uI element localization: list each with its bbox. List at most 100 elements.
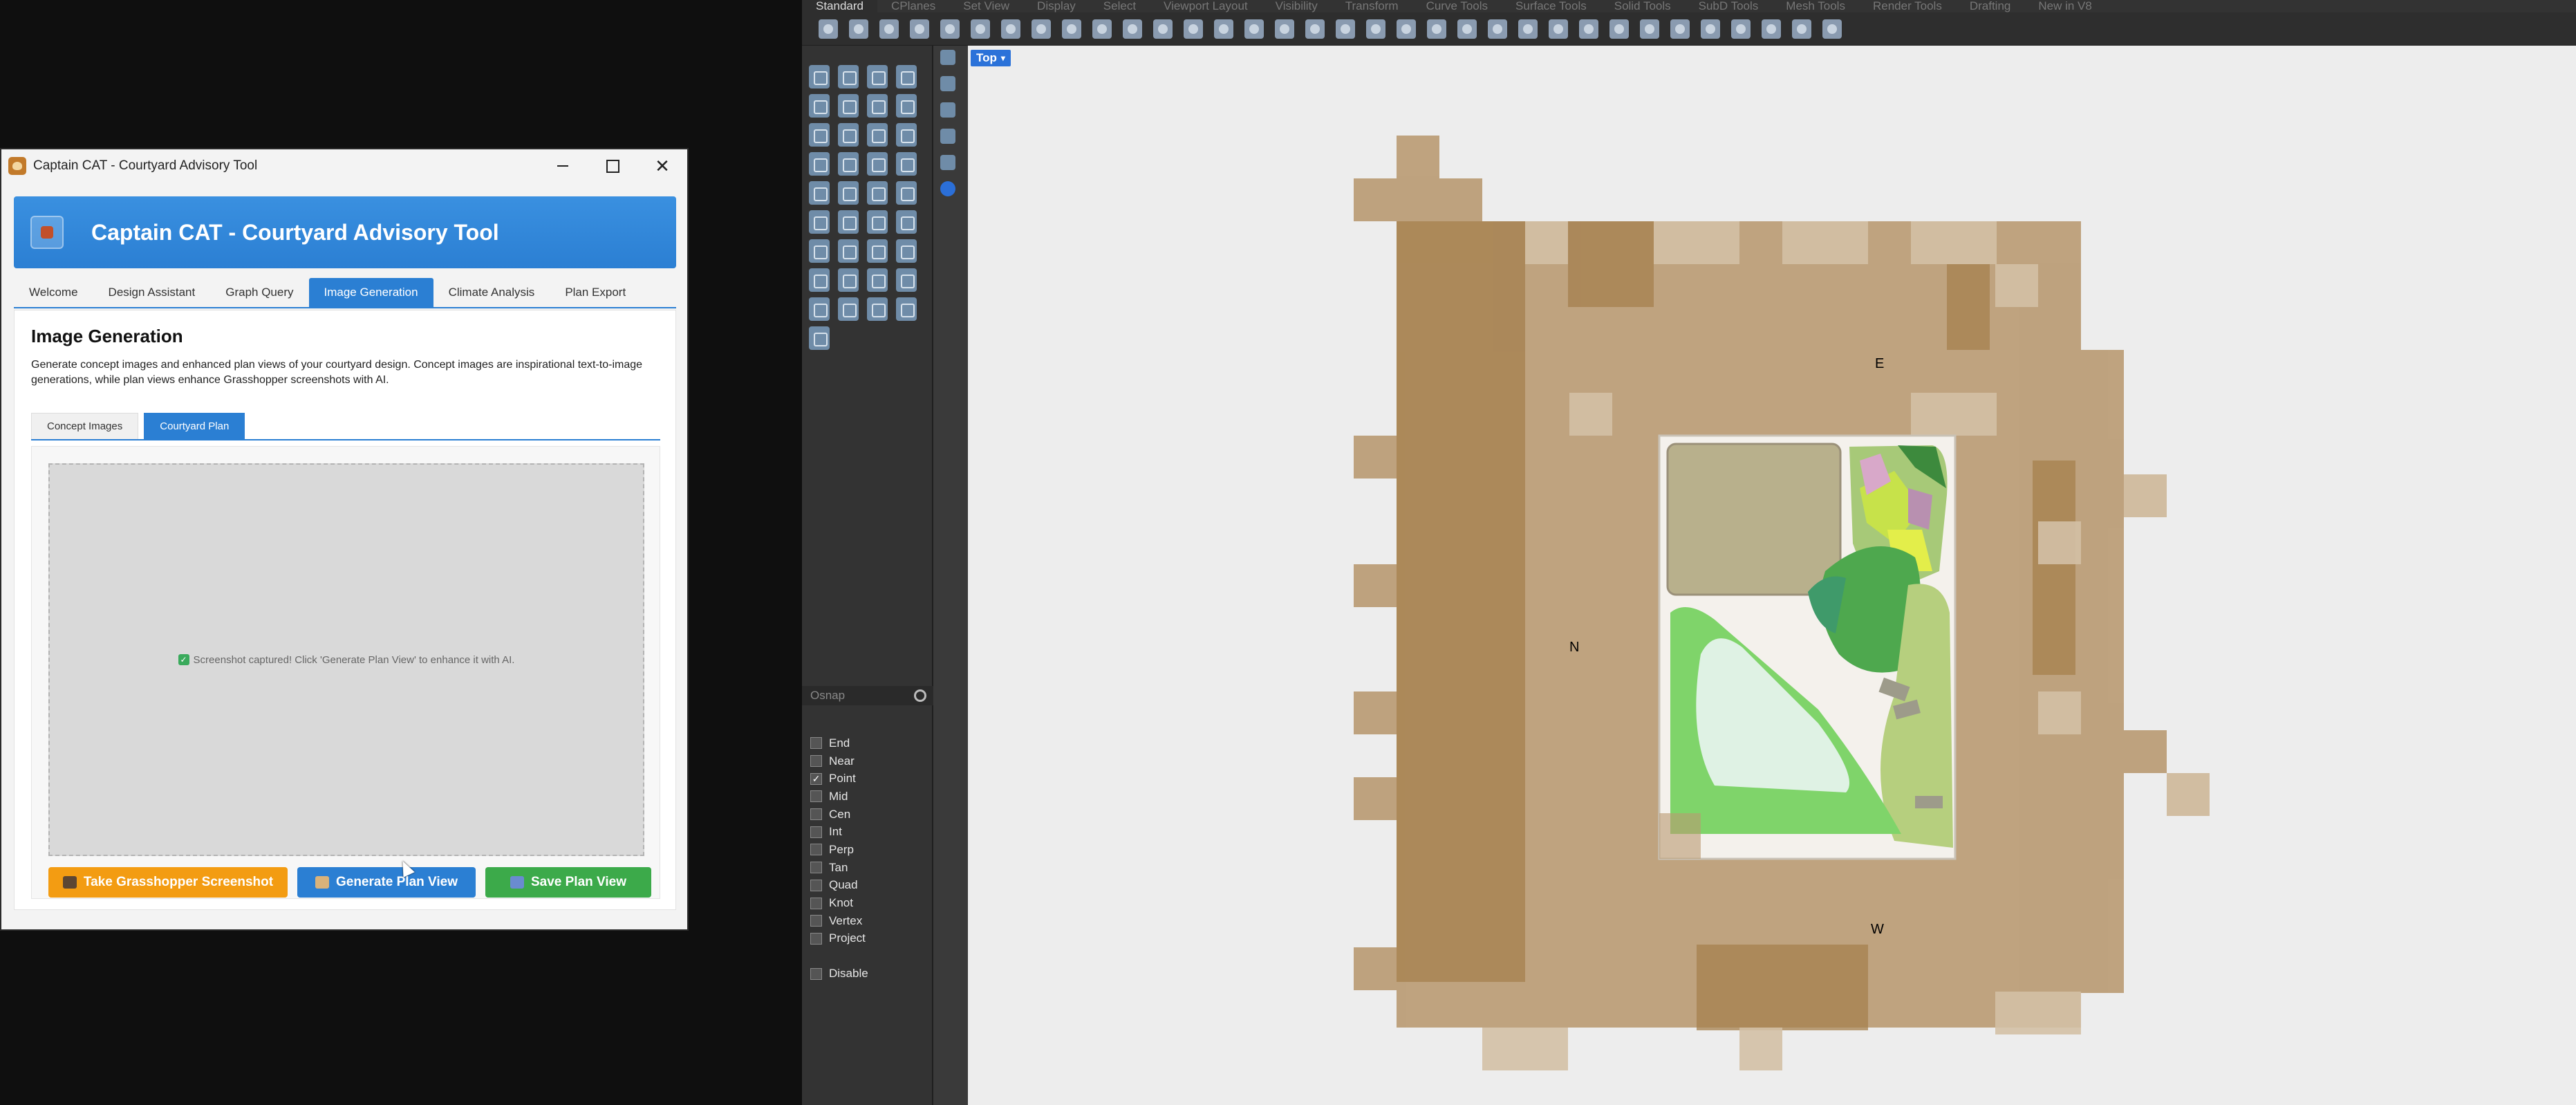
duplicate-icon[interactable] <box>1001 19 1020 39</box>
array-icon[interactable] <box>867 239 888 263</box>
cplane-icon[interactable] <box>1397 19 1416 39</box>
transform-icon[interactable] <box>838 297 859 321</box>
checkbox-perp[interactable] <box>810 844 822 856</box>
paste-icon[interactable] <box>1032 19 1051 39</box>
pencil-icon[interactable] <box>809 326 830 350</box>
section-icon[interactable] <box>896 268 917 292</box>
render-icon[interactable] <box>896 297 917 321</box>
ribbon-tab-set-view[interactable]: Set View <box>949 0 1023 13</box>
osnap-mid[interactable]: Mid <box>810 788 866 806</box>
generate-plan-view-button[interactable]: Generate Plan View <box>297 867 476 898</box>
help-icon[interactable] <box>940 181 955 196</box>
tab-concept-images[interactable]: Concept Images <box>31 413 139 439</box>
ribbon-tab-cplanes[interactable]: CPlanes <box>877 0 949 13</box>
maximize-button[interactable] <box>588 149 637 183</box>
checkbox-quad[interactable] <box>810 879 822 891</box>
analyze-icon[interactable] <box>809 297 830 321</box>
fillet-curve-icon[interactable] <box>838 123 859 147</box>
polyline-icon[interactable] <box>867 65 888 89</box>
osnap-disable[interactable]: Disable <box>810 967 868 981</box>
osnap-vertex[interactable]: Vertex <box>810 912 866 930</box>
open-folder-icon[interactable] <box>849 19 868 39</box>
ribbon-tab-curve-tools[interactable]: Curve Tools <box>1412 0 1502 13</box>
minimize-button[interactable] <box>538 149 588 183</box>
checkbox-mid[interactable] <box>810 790 822 803</box>
zoom-selected-icon[interactable] <box>1244 19 1264 39</box>
text-icon[interactable] <box>809 239 830 263</box>
ribbon-tab-select[interactable]: Select <box>1090 0 1150 13</box>
ribbon-tab-surface-tools[interactable]: Surface Tools <box>1502 0 1600 13</box>
top-viewport[interactable]: E W N Top ▾ <box>968 46 2576 1105</box>
tab-courtyard-plan[interactable]: Courtyard Plan <box>144 413 245 439</box>
osnap-knot[interactable]: Knot <box>810 894 866 912</box>
cylinder-icon[interactable] <box>867 152 888 176</box>
named-view-icon[interactable] <box>1366 19 1385 39</box>
zoom-window-icon[interactable] <box>1184 19 1203 39</box>
undo-icon[interactable] <box>1062 19 1081 39</box>
osnap-end[interactable]: End <box>810 734 866 752</box>
undo-view-icon[interactable] <box>1275 19 1294 39</box>
wireframe-icon[interactable] <box>1609 19 1629 39</box>
light-bulb-icon[interactable] <box>1457 19 1477 39</box>
ribbon-tab-standard[interactable]: Standard <box>802 0 877 13</box>
ribbon-tab-mesh-tools[interactable]: Mesh Tools <box>1772 0 1859 13</box>
lock-icon[interactable] <box>1488 19 1507 39</box>
zoom-extents-icon[interactable] <box>1214 19 1233 39</box>
point-icon[interactable] <box>838 65 859 89</box>
extrude-icon[interactable] <box>896 152 917 176</box>
arc-icon[interactable] <box>809 123 830 147</box>
select-arrow-icon[interactable] <box>809 65 830 89</box>
boolean-icon[interactable] <box>809 181 830 205</box>
checkbox-disable[interactable] <box>810 967 822 980</box>
cube-icon[interactable] <box>809 268 830 292</box>
osnap-quad[interactable]: Quad <box>810 877 866 895</box>
rectangle-icon[interactable] <box>896 94 917 118</box>
checkbox-project[interactable] <box>810 932 822 945</box>
settings-icon[interactable] <box>1731 19 1751 39</box>
help-icon[interactable] <box>1822 19 1842 39</box>
grid-icon[interactable] <box>867 268 888 292</box>
rotate-view-icon[interactable] <box>1123 19 1142 39</box>
tab-graph-query[interactable]: Graph Query <box>210 278 308 307</box>
zoom-icon[interactable] <box>1153 19 1173 39</box>
polygon-icon[interactable] <box>867 94 888 118</box>
osnap-point[interactable]: ✓ Point <box>810 770 866 788</box>
gear-icon[interactable] <box>940 50 955 65</box>
osnap-near[interactable]: Near <box>810 752 866 770</box>
color-wheel-icon[interactable] <box>1549 19 1568 39</box>
ribbon-tab-new-in-v8[interactable]: New in V8 <box>2024 0 2105 13</box>
tab-plan-export[interactable]: Plan Export <box>550 278 641 307</box>
circle-icon[interactable] <box>809 94 830 118</box>
ribbon-tab-visibility[interactable]: Visibility <box>1262 0 1332 13</box>
layer-icon[interactable] <box>1518 19 1538 39</box>
osnap-int[interactable]: Int <box>810 823 866 841</box>
tab-image-generation[interactable]: Image Generation <box>308 278 433 307</box>
osnap-project[interactable]: Project <box>810 930 866 948</box>
close-button[interactable]: ✕ <box>637 149 687 183</box>
select-icon[interactable] <box>1427 19 1446 39</box>
four-viewports-icon[interactable] <box>1305 19 1325 39</box>
move-icon[interactable] <box>896 210 917 234</box>
gear-icon[interactable] <box>914 689 926 702</box>
ribbon-tab-viewport-layout[interactable]: Viewport Layout <box>1150 0 1262 13</box>
ribbon-tab-render-tools[interactable]: Render Tools <box>1859 0 1956 13</box>
globe-icon[interactable] <box>1792 19 1811 39</box>
cut-icon[interactable] <box>971 19 990 39</box>
mirror-icon[interactable] <box>896 239 917 263</box>
grasshopper-icon[interactable] <box>1762 19 1781 39</box>
rotate-icon[interactable] <box>867 210 888 234</box>
checkbox-cen[interactable] <box>810 808 822 821</box>
layer-icon[interactable] <box>940 155 955 170</box>
ellipse-icon[interactable] <box>838 94 859 118</box>
rendered-icon[interactable] <box>1640 19 1659 39</box>
checkbox-end[interactable] <box>810 737 822 750</box>
car-icon[interactable] <box>1336 19 1355 39</box>
tab-welcome[interactable]: Welcome <box>14 278 93 307</box>
material-icon[interactable] <box>1670 19 1690 39</box>
box-icon[interactable] <box>809 152 830 176</box>
window-titlebar[interactable]: Captain CAT - Courtyard Advisory Tool ✕ <box>1 149 687 183</box>
ribbon-tab-transform[interactable]: Transform <box>1332 0 1412 13</box>
copy-icon[interactable] <box>940 19 960 39</box>
surface-icon[interactable] <box>896 123 917 147</box>
checkbox-point[interactable]: ✓ <box>810 772 822 785</box>
